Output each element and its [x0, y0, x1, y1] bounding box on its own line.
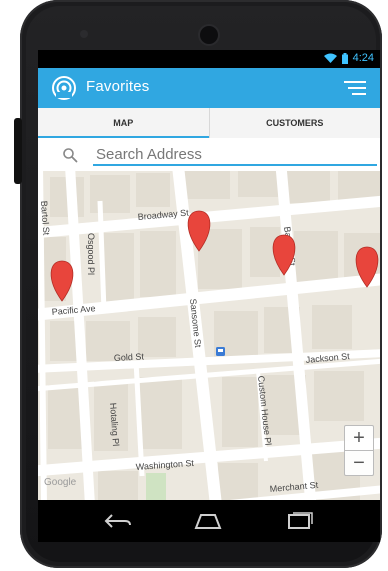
side-button — [14, 118, 22, 184]
page-title: Favorites — [86, 78, 150, 95]
tab-customers-label: CUSTOMERS — [266, 118, 324, 128]
tab-bar: MAP CUSTOMERS — [38, 108, 380, 139]
menu-icon[interactable] — [344, 81, 366, 95]
back-icon — [104, 514, 131, 528]
speaker — [80, 30, 88, 38]
screen: 4:24 Favorites MAP CUSTOMERS Search Addr… — [38, 50, 380, 500]
navigation-bar — [38, 500, 380, 542]
recent-apps-button[interactable] — [280, 508, 320, 534]
tab-map[interactable]: MAP — [38, 108, 209, 139]
search-address-input[interactable] — [93, 144, 377, 166]
park-area — [146, 473, 166, 500]
map-view[interactable]: Broadway St Pacific Ave Gold St Jackson … — [38, 171, 380, 500]
wifi-icon — [323, 53, 337, 63]
street-label-gold: Gold St — [114, 351, 145, 363]
tab-customers[interactable]: CUSTOMERS — [208, 108, 381, 138]
search-icon — [63, 148, 78, 163]
zoom-out-button[interactable]: − — [344, 450, 374, 476]
app-logo-icon[interactable] — [52, 76, 76, 100]
status-time: 4:24 — [352, 52, 374, 64]
home-icon — [194, 514, 222, 529]
action-bar: Favorites — [38, 68, 380, 108]
map-attribution: Google — [44, 477, 77, 488]
recent-apps-icon — [288, 512, 313, 529]
search-bar — [38, 138, 380, 171]
home-button[interactable] — [188, 508, 228, 534]
front-camera — [200, 26, 218, 44]
battery-icon — [341, 52, 348, 64]
transit-icon — [216, 347, 225, 356]
zoom-in-button[interactable]: + — [344, 425, 374, 451]
map-canvas[interactable]: Broadway St Pacific Ave Gold St Jackson … — [38, 171, 380, 500]
status-bar: 4:24 — [38, 50, 380, 68]
back-button[interactable] — [98, 508, 138, 534]
tab-map-label: MAP — [113, 118, 134, 128]
street-label-osgood: Osgood Pl — [86, 233, 96, 275]
